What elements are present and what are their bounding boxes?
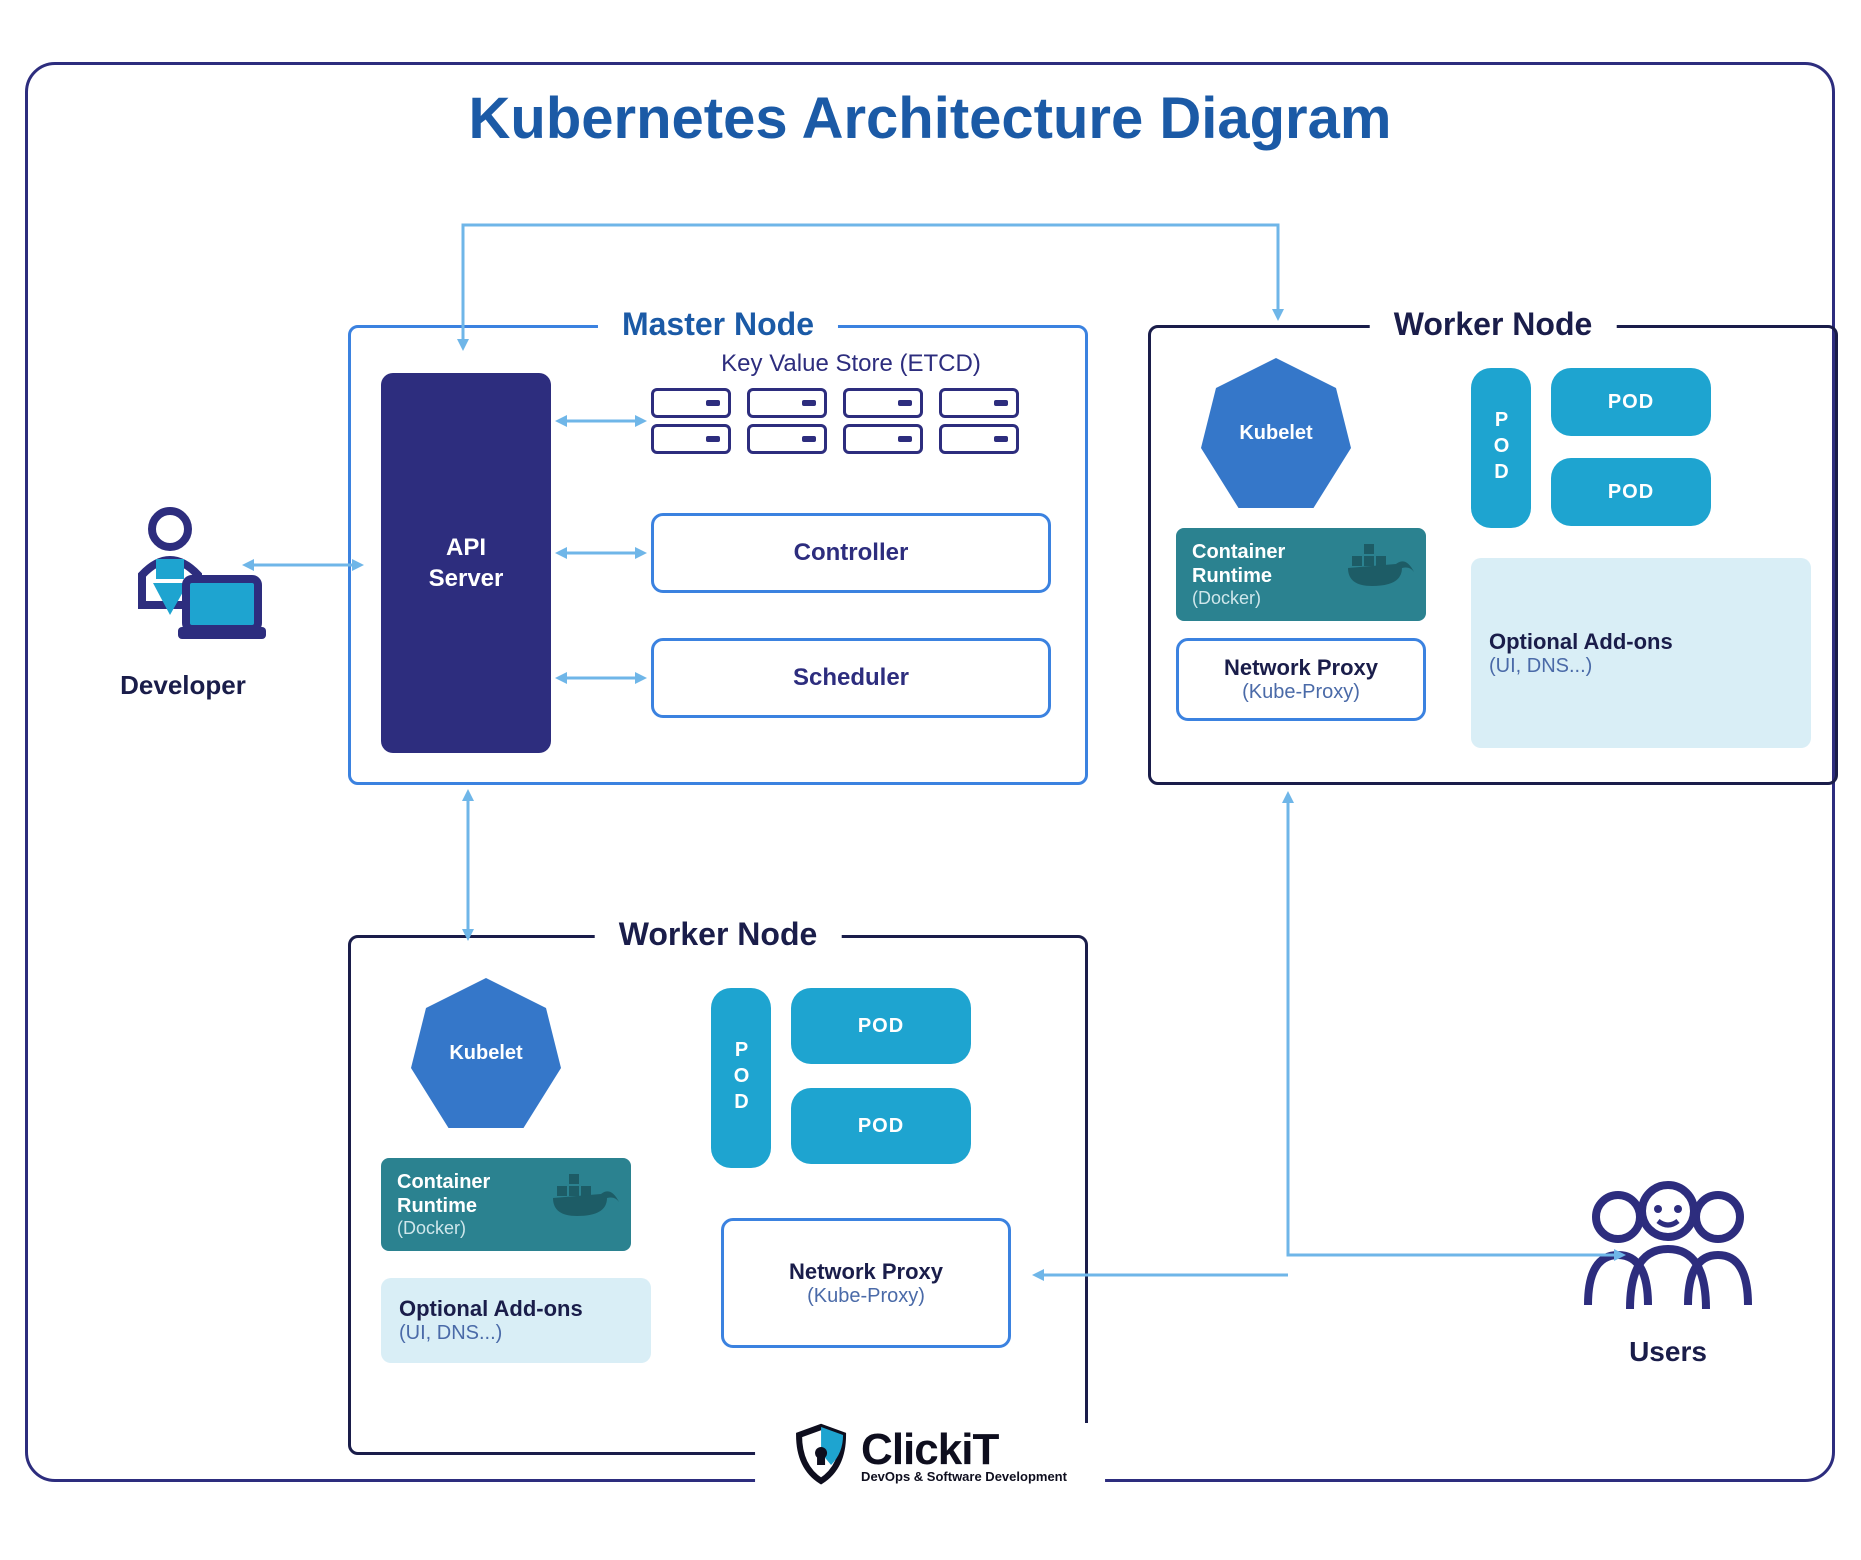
master-node-title: Master Node [598, 306, 838, 343]
pod-vertical: POD [711, 988, 771, 1168]
kubelet-box: Kubelet [1201, 358, 1351, 508]
disk-icon [843, 424, 923, 454]
addons-box: Optional Add-ons (UI, DNS...) [1471, 558, 1811, 748]
docker-icon [551, 1172, 621, 1222]
disk-icon [939, 388, 1019, 418]
etcd-stack [651, 388, 731, 454]
pod-box: POD [791, 988, 971, 1064]
arrow-api-to-worker-bottom [438, 785, 498, 945]
network-proxy-box: Network Proxy (Kube-Proxy) [1176, 638, 1426, 721]
worker-node-title: Worker Node [1370, 306, 1617, 343]
addons-box: Optional Add-ons (UI, DNS...) [381, 1278, 651, 1363]
users-icon [1558, 1175, 1778, 1325]
kubelet-label: Kubelet [1239, 422, 1312, 445]
worker-node-top: Worker Node Kubelet Container Runtime (D… [1148, 325, 1838, 785]
controller-box: Controller [651, 513, 1051, 593]
disk-icon [651, 424, 731, 454]
network-proxy-sub: (Kube-Proxy) [744, 1285, 988, 1308]
disk-icon [747, 424, 827, 454]
api-server-label: API Server [429, 532, 504, 594]
etcd-stack [747, 388, 827, 454]
disk-icon [747, 388, 827, 418]
network-proxy-title: Network Proxy [744, 1259, 988, 1285]
pod-vertical: POD [1471, 368, 1531, 528]
arrow-api-controller [551, 538, 651, 568]
api-server-box: API Server [381, 373, 551, 753]
brand-logo: ClickiT DevOps & Software Development [755, 1423, 1105, 1485]
developer-icon [98, 505, 268, 655]
disk-icon [939, 424, 1019, 454]
disk-icon [651, 388, 731, 418]
addons-sub: (UI, DNS...) [399, 1322, 633, 1345]
addons-title: Optional Add-ons [399, 1296, 633, 1322]
container-runtime-box: Container Runtime (Docker) [1176, 528, 1426, 621]
network-proxy-box: Network Proxy (Kube-Proxy) [721, 1218, 1011, 1348]
pod-box: POD [1551, 368, 1711, 436]
etcd-stack [939, 388, 1019, 454]
etcd-stack [843, 388, 923, 454]
master-node: Master Node API Server Key Value Store (… [348, 325, 1088, 785]
developer-block: Developer [88, 505, 278, 701]
pod-box: POD [791, 1088, 971, 1164]
brand-tagline: DevOps & Software Development [861, 1469, 1067, 1484]
brand-name: ClickiT [861, 1425, 1067, 1475]
kubelet-label: Kubelet [449, 1042, 522, 1065]
shield-icon [793, 1423, 849, 1485]
docker-icon [1346, 542, 1416, 592]
etcd-label: Key Value Store (ETCD) [651, 350, 1051, 378]
main-frame: Kubernetes Architecture Diagram Develope… [25, 62, 1835, 1482]
container-runtime-box: Container Runtime (Docker) [381, 1158, 631, 1251]
worker-node-title: Worker Node [595, 916, 842, 953]
addons-sub: (UI, DNS...) [1489, 655, 1793, 678]
etcd-icons [651, 388, 1019, 454]
arrow-api-etcd [551, 406, 651, 436]
network-proxy-sub: (Kube-Proxy) [1199, 681, 1403, 704]
diagram-title: Kubernetes Architecture Diagram [429, 85, 1432, 152]
users-block: Users [1548, 1175, 1788, 1368]
scheduler-box: Scheduler [651, 638, 1051, 718]
worker-node-bottom: Worker Node Kubelet Container Runtime (D… [348, 935, 1088, 1455]
pod-box: POD [1551, 458, 1711, 526]
network-proxy-title: Network Proxy [1199, 655, 1403, 681]
developer-label: Developer [88, 670, 278, 701]
disk-icon [843, 388, 923, 418]
kubelet-box: Kubelet [411, 978, 561, 1128]
users-label: Users [1548, 1336, 1788, 1368]
arrow-api-scheduler [551, 663, 651, 693]
addons-title: Optional Add-ons [1489, 629, 1793, 655]
